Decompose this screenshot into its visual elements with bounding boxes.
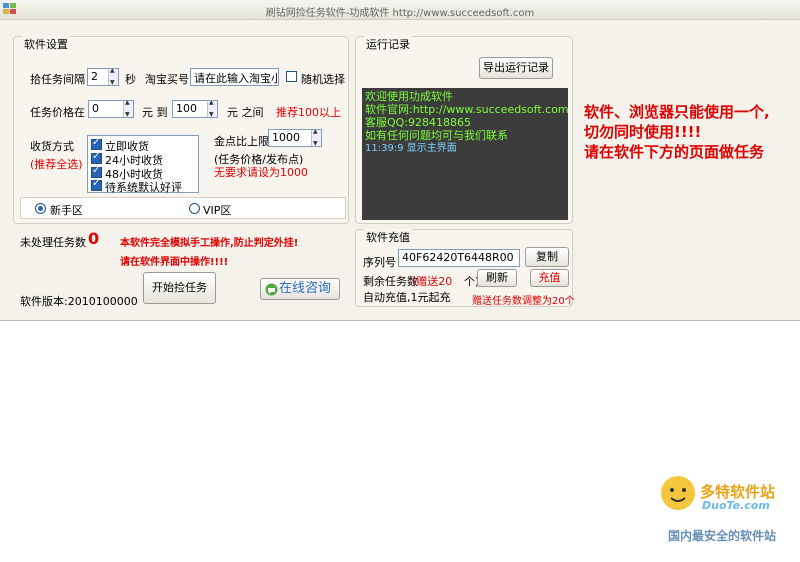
embedded-browser-area[interactable]: 多特软件站 DuoTe.com 国内最安全的软件站	[0, 320, 800, 562]
bonus-note: 赠送任务数调整为20个	[472, 296, 575, 307]
software-version: 软件版本:2010100000	[20, 295, 138, 308]
main-panel: 软件设置 拾任务间隔 2 秒 淘宝买号 请在此输入淘宝小号 随机选择 任务价格在…	[0, 20, 800, 320]
interval-unit: 秒	[125, 73, 136, 86]
watermark-slogan: 国内最安全的软件站	[668, 529, 777, 543]
zone-novice-label: 新手区	[50, 204, 83, 217]
random-checkbox[interactable]	[286, 71, 297, 82]
copy-button[interactable]: 复制	[525, 247, 569, 267]
window-title: 刷钻网捡任务软件-功成软件 http://www.succeedsoft.com	[265, 8, 535, 19]
mascot-icon	[661, 476, 695, 510]
price-label: 任务价格在	[30, 106, 85, 119]
receive-option-checkbox[interactable]	[91, 137, 102, 150]
online-consult-button[interactable]: 在线咨询	[260, 278, 340, 300]
notice-line: 切勿同时使用!!!!	[584, 123, 702, 141]
usage-notice: 软件、浏览器只能使用一个, 切勿同时使用!!!! 请在软件下方的页面做任务	[584, 102, 770, 162]
price-min-stepper[interactable]: 0	[88, 100, 134, 118]
warning-simulate: 本软件完全模拟手工操作,防止判定外挂!	[120, 238, 299, 249]
price-to-label: 元 到	[142, 106, 168, 119]
receive-options-list: 立即收货 24小时收货 48小时收货 待系统默认好评	[87, 135, 199, 194]
price-max-stepper[interactable]: 100	[172, 100, 218, 118]
log-console: 欢迎使用功成软件 软件官网:http://www.succeedsoft.com…	[362, 88, 569, 220]
remaining-bonus: (赠送20	[412, 275, 453, 288]
warning-operate: 请在软件界面中操作!!!!	[120, 257, 229, 268]
watermark-domain: DuoTe.com	[702, 499, 770, 512]
receive-option-checkbox[interactable]	[91, 178, 102, 191]
ratio-label: 金点比上限	[214, 135, 269, 148]
log-line: 如有任何问题均可与我们联系	[365, 129, 508, 142]
interval-stepper[interactable]: 2	[87, 68, 119, 86]
price-recommend: 推荐100以上	[276, 106, 341, 119]
serial-label: 序列号	[363, 256, 396, 269]
recharge-button[interactable]: 充值	[530, 269, 569, 287]
receive-option-label: 待系统默认好评	[105, 181, 182, 194]
settings-group-title: 软件设置	[22, 36, 70, 52]
taobao-account-input[interactable]: 请在此输入淘宝小号	[190, 68, 279, 86]
taobao-label: 淘宝买号	[145, 73, 189, 86]
random-label: 随机选择	[301, 73, 345, 86]
ratio-hint: 无要求请设为1000	[214, 166, 308, 179]
zone-selector: 新手区 VIP区	[20, 197, 346, 219]
notice-line: 软件、浏览器只能使用一个,	[584, 103, 770, 121]
interval-label: 拾任务间隔	[30, 73, 85, 86]
title-bar: 刷钻网捡任务软件-功成软件 http://www.succeedsoft.com	[0, 0, 800, 20]
refresh-button[interactable]: 刷新	[477, 269, 517, 287]
auto-recharge-label: 自动充值,1元起充	[363, 291, 451, 304]
remaining-label: 剩余任务数	[363, 275, 418, 288]
price-between-label: 元 之间	[227, 106, 264, 119]
receive-label: 收货方式	[30, 140, 74, 153]
ratio-stepper[interactable]: 1000	[268, 129, 322, 147]
notice-line: 请在软件下方的页面做任务	[584, 143, 765, 161]
log-line: 欢迎使用功成软件	[365, 90, 453, 103]
zone-vip-label: VIP区	[203, 204, 232, 217]
serial-field[interactable]: 40F62420T6448R00	[398, 249, 520, 267]
zone-vip-radio[interactable]	[189, 203, 200, 214]
chat-icon	[265, 283, 278, 296]
log-line: 客服QQ:928418865	[365, 116, 472, 129]
receive-option-checkbox[interactable]	[91, 165, 102, 178]
zone-novice-radio[interactable]	[35, 203, 46, 214]
pending-label: 未处理任务数	[20, 236, 86, 249]
receive-option-checkbox[interactable]	[91, 151, 102, 164]
recharge-group-title: 软件充值	[364, 229, 412, 245]
pending-count: 0	[88, 229, 100, 248]
export-log-button[interactable]: 导出运行记录	[479, 57, 553, 79]
log-line: 软件官网:http://www.succeedsoft.com	[365, 103, 569, 116]
start-task-button[interactable]: 开始捡任务	[143, 272, 216, 304]
log-line: 11:39:9 显示主界面	[365, 143, 457, 154]
log-group-title: 运行记录	[364, 36, 412, 52]
receive-recommend: (推荐全选)	[30, 158, 83, 171]
